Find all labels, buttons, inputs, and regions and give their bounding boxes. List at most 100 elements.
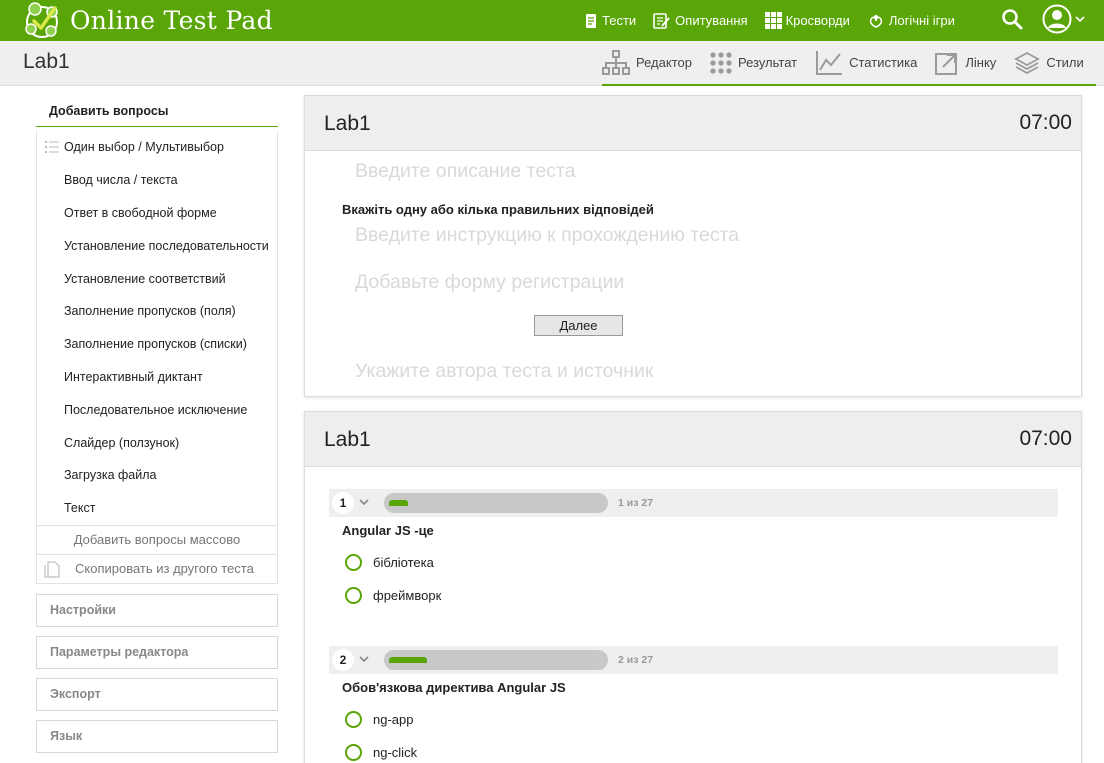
tab-label: Статистика: [849, 55, 918, 70]
puzzle-icon: [869, 14, 883, 28]
bulk-add-button[interactable]: Добавить вопросы массово: [37, 524, 277, 554]
question-type-dictation[interactable]: Интерактивный диктант: [37, 361, 277, 394]
tree-icon: [602, 49, 630, 75]
question-type-label: Загрузка файла: [64, 468, 157, 483]
question-type-free-form[interactable]: Ответ в свободной форме: [37, 197, 277, 230]
brand-name: Online Test Pad: [70, 6, 273, 35]
question-type-label: Слайдер (ползунок): [64, 435, 180, 450]
radio-button[interactable]: [345, 744, 362, 761]
search-button[interactable]: [1001, 7, 1023, 31]
tab-results[interactable]: Результат: [710, 51, 798, 74]
question-text[interactable]: Обов'язкова директива Angular JS: [342, 680, 566, 695]
option-label: ng-click: [373, 745, 418, 760]
topnav-crosswords[interactable]: Кросворди: [764, 12, 850, 29]
copy-from-test-button[interactable]: Скопировать из другого теста: [37, 553, 277, 583]
editor-tabs: Редактор Результат Статистика Лінку Стил…: [602, 41, 1096, 86]
question-type-label: Установление последовательности: [64, 238, 269, 253]
questions-panel: Lab1 07:00 1 1 из 27 Angular JS -це бібл…: [304, 411, 1082, 763]
dots-grid-icon: [710, 51, 732, 74]
radio-button[interactable]: [345, 554, 362, 571]
copy-icon: [44, 560, 60, 578]
option-label: бібліотека: [373, 555, 434, 570]
sidebar: Добавить вопросы Один выбор / Мультивыбо…: [36, 86, 278, 753]
page-title: Lab1: [23, 50, 70, 73]
logo[interactable]: Online Test Pad: [22, 0, 273, 41]
user-menu-button[interactable]: [1042, 4, 1086, 34]
panel-title[interactable]: Lab1: [324, 428, 371, 452]
copy-from-test-label: Скопировать из другого теста: [75, 561, 254, 577]
question-type-label: Интерактивный диктант: [64, 369, 203, 384]
question-counter: 1 из 27: [618, 497, 654, 509]
question-progress-bar: [384, 493, 608, 513]
question-type-label: Последовательное исключение: [64, 402, 248, 417]
question-type-exclusion[interactable]: Последовательное исключение: [37, 393, 277, 426]
question-type-label: Ответ в свободной форме: [64, 205, 217, 220]
instruction-placeholder[interactable]: Введите инструкцию к прохождению теста: [355, 224, 739, 247]
option-label: ng-app: [373, 712, 414, 727]
question-type-label: Установление соответствий: [64, 271, 226, 286]
question-type-number-text[interactable]: Ввод числа / текста: [37, 164, 277, 197]
question-type-text[interactable]: Текст: [37, 492, 277, 525]
question-type-fill-lists[interactable]: Заполнение пропусков (списки): [37, 328, 277, 361]
timer[interactable]: 07:00: [1019, 111, 1072, 135]
list-icon: [45, 141, 59, 153]
description-placeholder[interactable]: Введите описание теста: [355, 160, 576, 183]
chart-icon: [816, 50, 843, 75]
tab-editor[interactable]: Редактор: [602, 49, 692, 76]
progress-fill: [389, 657, 427, 663]
question-type-list: Один выбор / Мультивыбор Ввод числа / те…: [36, 131, 278, 584]
topnav-tests[interactable]: Тести: [584, 13, 636, 29]
tab-statistics[interactable]: Статистика: [815, 50, 917, 76]
answer-option[interactable]: фреймворк: [345, 587, 441, 604]
panel-header: Lab1 07:00: [305, 412, 1081, 467]
question-text[interactable]: Angular JS -це: [342, 523, 434, 538]
answer-option[interactable]: бібліотека: [345, 554, 434, 571]
timer[interactable]: 07:00: [1019, 427, 1072, 451]
top-nav: Тести Опитування Кросворди Логічні ігри: [584, 0, 972, 41]
question-type-fill-fields[interactable]: Заполнение пропусков (поля): [37, 295, 277, 328]
question-counter: 2 из 27: [618, 654, 654, 666]
answer-option[interactable]: ng-click: [345, 744, 417, 761]
question-type-label: Один выбор / Мультивыбор: [64, 140, 224, 155]
question-number[interactable]: 2: [332, 649, 354, 671]
panel-title[interactable]: Lab1: [324, 112, 371, 136]
question-type-file-upload[interactable]: Загрузка файла: [37, 459, 277, 492]
radio-button[interactable]: [345, 711, 362, 728]
question-header: 1 1 из 27: [329, 489, 1058, 517]
language-section[interactable]: Язык: [36, 719, 278, 753]
sub-header: Lab1 Редактор Результат Статистика Лінку…: [0, 41, 1104, 86]
link-icon: [935, 52, 958, 75]
progress-fill: [389, 500, 408, 506]
grid-icon: [764, 12, 782, 29]
topnav-label: Опитування: [675, 13, 748, 28]
question-type-sequence[interactable]: Установление последовательности: [37, 229, 277, 262]
answer-option[interactable]: ng-app: [345, 711, 413, 728]
topnav-label: Логічні ігри: [888, 13, 955, 28]
survey-icon: [653, 12, 670, 29]
question-type-single-multi[interactable]: Один выбор / Мультивыбор: [37, 131, 277, 164]
next-button[interactable]: Далее: [534, 315, 623, 336]
settings-section[interactable]: Настройки: [36, 593, 278, 627]
radio-button[interactable]: [345, 587, 362, 604]
chevron-down-icon: [1075, 16, 1085, 23]
export-section[interactable]: Экспорт: [36, 677, 278, 711]
topnav-logic-games[interactable]: Логічні ігри: [867, 13, 955, 29]
question-type-label: Заполнение пропусков (поля): [64, 304, 236, 319]
topnav-surveys[interactable]: Опитування: [653, 12, 748, 29]
question-number[interactable]: 1: [332, 492, 354, 514]
chevron-down-icon[interactable]: [358, 652, 370, 666]
tab-link[interactable]: Лінку: [935, 51, 996, 75]
sidebar-heading[interactable]: Добавить вопросы: [36, 86, 278, 127]
author-placeholder[interactable]: Укажите автора теста и источник: [355, 360, 653, 383]
instruction-text: Вкажіть одну або кілька правильних відпо…: [342, 202, 654, 217]
avatar-icon: [1042, 4, 1072, 34]
registration-form-placeholder[interactable]: Добавьте форму регистрации: [355, 271, 624, 294]
tab-styles[interactable]: Стили: [1014, 51, 1084, 75]
question-header: 2 2 из 27: [329, 646, 1058, 674]
tab-label: Результат: [737, 55, 798, 70]
chevron-down-icon[interactable]: [358, 495, 370, 509]
editor-params-section[interactable]: Параметры редактора: [36, 635, 278, 669]
question-type-slider[interactable]: Слайдер (ползунок): [37, 426, 277, 459]
question-type-matching[interactable]: Установление соответствий: [37, 262, 277, 295]
panel-header: Lab1 07:00: [305, 96, 1081, 151]
